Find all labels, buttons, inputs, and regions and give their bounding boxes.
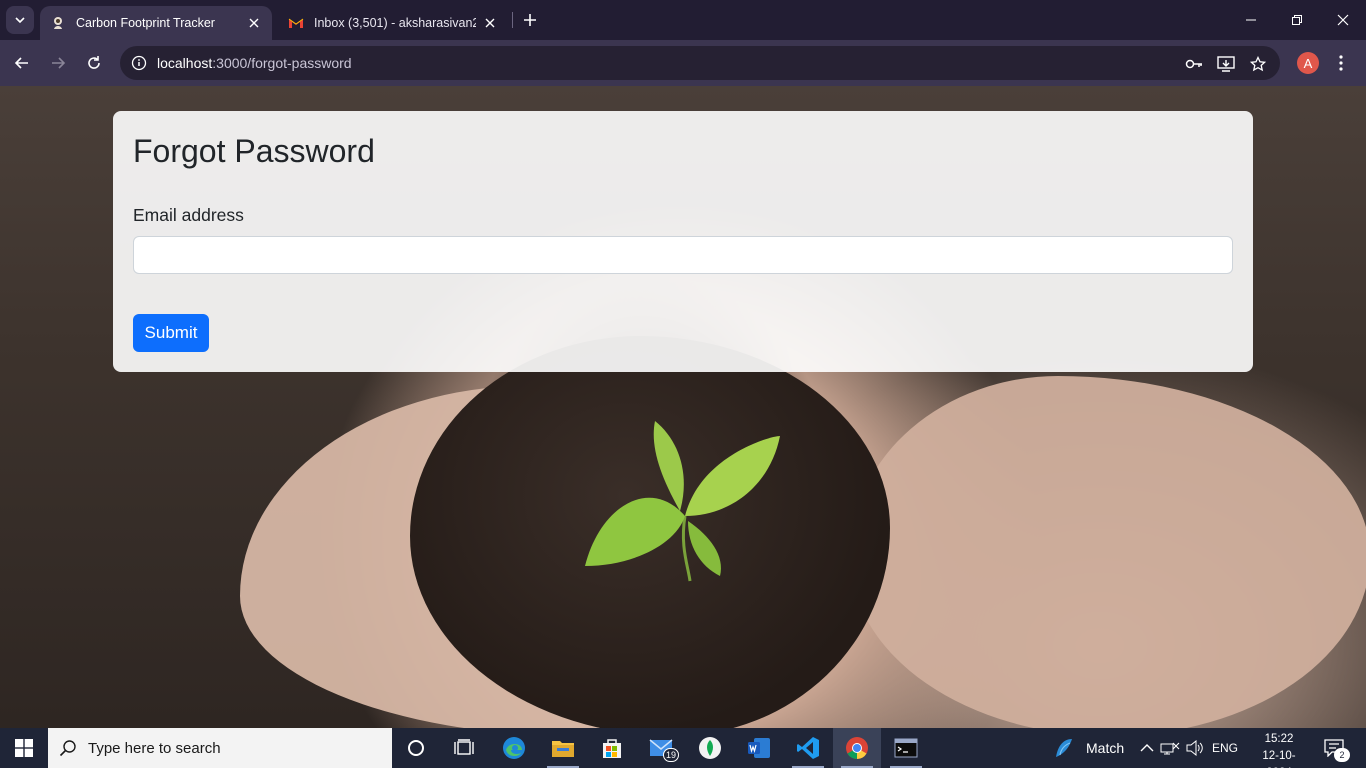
network-disconnected-icon [1160, 742, 1180, 755]
weather-label: Match [1086, 740, 1125, 756]
close-tab-icon[interactable] [482, 15, 498, 31]
taskbar-chrome[interactable] [833, 728, 881, 768]
close-tab-icon[interactable] [246, 15, 262, 31]
input-language[interactable]: ENG [1212, 728, 1238, 768]
taskbar-mail[interactable]: 19 [637, 728, 685, 768]
minimize-button[interactable] [1228, 0, 1274, 40]
tab-gmail-inbox[interactable]: Inbox (3,501) - aksharasivan2004@gmail.c… [278, 6, 508, 40]
volume-control[interactable] [1186, 728, 1204, 768]
folder-icon [552, 741, 574, 757]
background-hand-right [850, 376, 1366, 728]
taskbar: Type here to search 19 Match ENG 15:22 1… [0, 728, 1366, 768]
minimize-icon [1246, 19, 1256, 21]
bookmark-star-icon[interactable] [1248, 54, 1268, 74]
site-info-icon[interactable] [122, 55, 156, 71]
tab-title: Carbon Footprint Tracker [76, 16, 215, 30]
submit-button[interactable]: Submit [133, 314, 209, 352]
page-title: Forgot Password [133, 133, 375, 169]
close-window-button[interactable] [1320, 0, 1366, 40]
mongodb-leaf-icon [699, 737, 721, 759]
email-label: Email address [133, 205, 244, 225]
back-button[interactable] [8, 49, 36, 77]
close-icon [1337, 14, 1349, 26]
plus-icon [524, 14, 536, 26]
email-field[interactable] [133, 236, 1233, 274]
taskbar-mongodb-compass[interactable] [686, 728, 734, 768]
restore-button[interactable] [1274, 0, 1320, 40]
system-clock[interactable]: 15:22 12-10-2024 [1250, 731, 1308, 768]
notification-center-button[interactable]: 2 [1322, 736, 1350, 762]
forgot-password-card: Forgot Password Email address Submit [113, 111, 1253, 372]
gmail-icon [288, 15, 304, 31]
arrow-left-icon [14, 57, 28, 69]
address-bar[interactable]: localhost:3000/forgot-password [120, 46, 1280, 80]
notification-count: 2 [1334, 748, 1350, 762]
password-key-icon[interactable] [1184, 54, 1204, 74]
edge-icon [503, 737, 525, 759]
clock-time: 15:22 [1264, 733, 1294, 745]
new-tab-button[interactable] [518, 8, 542, 32]
profile-avatar[interactable]: A [1297, 52, 1319, 74]
word-icon [748, 738, 770, 758]
chevron-up-icon [1140, 744, 1154, 752]
taskbar-vscode[interactable] [784, 728, 832, 768]
task-view-icon [454, 739, 474, 755]
search-icon [48, 739, 88, 757]
chrome-icon [846, 737, 868, 759]
restore-icon [1292, 15, 1302, 25]
browser-menu-button[interactable] [1333, 52, 1349, 74]
taskbar-edge[interactable] [490, 728, 538, 768]
network-status[interactable] [1160, 728, 1180, 768]
url-path: :3000/forgot-password [212, 55, 352, 71]
arrow-right-icon [52, 57, 66, 69]
taskbar-file-explorer[interactable] [539, 728, 587, 768]
cortana-circle-icon [408, 740, 424, 756]
windows-logo-icon [15, 739, 33, 757]
sprout-illustration [585, 421, 780, 582]
cricket-match-icon [1056, 739, 1072, 757]
taskbar-terminal[interactable] [882, 728, 930, 768]
start-button[interactable] [0, 728, 48, 768]
weather-widget[interactable]: Match [1052, 728, 1124, 768]
taskbar-word[interactable] [735, 728, 783, 768]
reload-button[interactable] [80, 49, 108, 77]
tab-carbon-footprint-tracker[interactable]: Carbon Footprint Tracker [40, 6, 272, 40]
terminal-icon [894, 738, 918, 758]
url-host: localhost [157, 55, 213, 71]
vscode-icon [797, 737, 819, 759]
tracker-favicon-icon [50, 15, 66, 31]
page-viewport: Forgot Password Email address Submit [0, 86, 1366, 728]
store-icon [603, 739, 621, 758]
reload-icon [88, 56, 100, 69]
tab-separator [512, 12, 513, 28]
tab-search-button[interactable] [6, 6, 34, 34]
clock-date: 12-10-2024 [1262, 750, 1296, 768]
install-app-icon[interactable] [1216, 54, 1236, 74]
chevron-down-icon [15, 17, 25, 24]
taskbar-search-box[interactable]: Type here to search [48, 728, 392, 768]
tab-strip: Carbon Footprint Tracker Inbox (3,501) -… [0, 0, 1366, 40]
more-vertical-icon [1339, 55, 1343, 71]
show-hidden-icons-button[interactable] [1140, 728, 1154, 768]
cortana-button[interactable] [392, 728, 440, 768]
browser-toolbar: localhost:3000/forgot-password A [0, 40, 1366, 86]
tab-title: Inbox (3,501) - aksharasivan2004@gmail.c… [314, 16, 476, 30]
task-view-button[interactable] [440, 728, 488, 768]
mail-badge: 19 [663, 748, 679, 762]
search-placeholder: Type here to search [88, 739, 221, 757]
forward-button[interactable] [44, 49, 72, 77]
speaker-icon [1186, 740, 1203, 756]
url-text: localhost:3000/forgot-password [157, 55, 352, 71]
taskbar-microsoft-store[interactable] [588, 728, 636, 768]
